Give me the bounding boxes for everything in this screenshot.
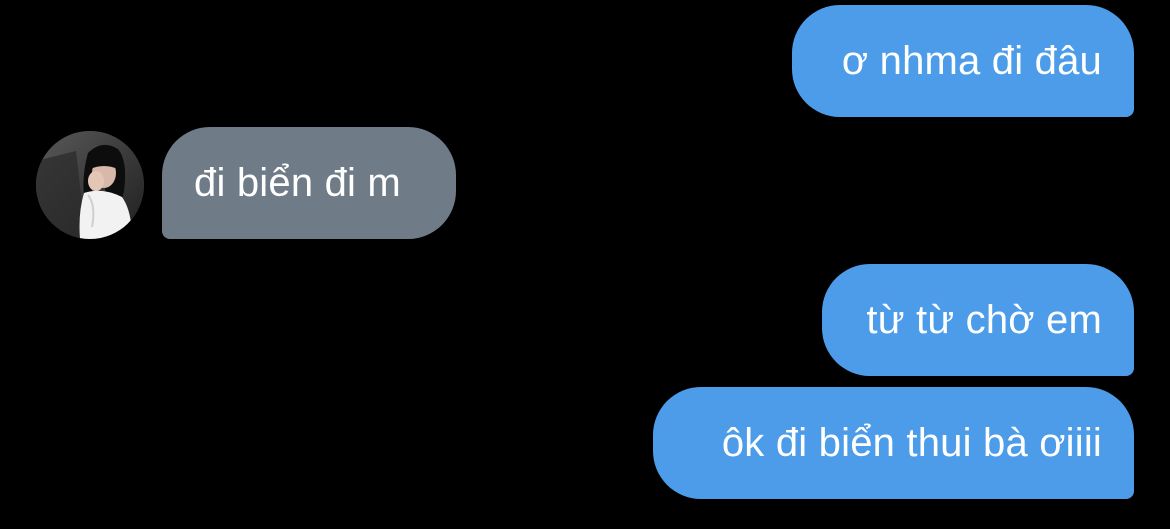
contact-avatar[interactable] [36,131,144,239]
incoming-message-bubble[interactable]: đi biển đi m [162,127,456,239]
chat-thread: ơ nhma đi đâu đi biển đi m từ từ chờ em … [0,0,1170,529]
message-text: ôk đi biển thui bà ơiiii [721,420,1102,465]
outgoing-message-bubble[interactable]: từ từ chờ em [822,264,1134,376]
message-text: từ từ chờ em [866,297,1102,342]
message-text: đi biển đi m [194,160,401,205]
outgoing-message-bubble[interactable]: ôk đi biển thui bà ơiiii [653,387,1134,499]
message-text: ơ nhma đi đâu [841,38,1102,83]
avatar-photo-icon [36,131,144,239]
outgoing-message-bubble[interactable]: ơ nhma đi đâu [792,5,1134,117]
